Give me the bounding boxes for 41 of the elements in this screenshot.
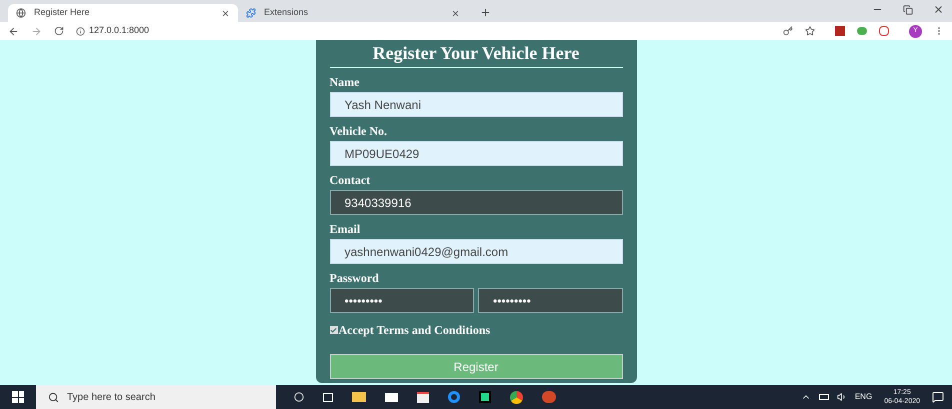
terms-label: Accept Terms and Conditions xyxy=(338,322,490,339)
volume-icon[interactable] xyxy=(836,392,847,402)
input-field[interactable]: ••••••••• xyxy=(330,288,474,313)
info-icon[interactable] xyxy=(76,26,85,36)
back-icon[interactable] xyxy=(8,26,19,36)
field-label: Contact xyxy=(330,173,372,187)
field-label: Vehicle No. xyxy=(330,124,388,138)
tab-title: Extensions xyxy=(264,6,310,20)
new-tab-icon[interactable] xyxy=(480,7,491,18)
cortana-icon[interactable] xyxy=(294,392,304,402)
close-icon[interactable] xyxy=(221,8,230,18)
input-field[interactable]: ••••••••• xyxy=(478,288,622,313)
reload-icon[interactable] xyxy=(54,26,64,36)
field-label: Password xyxy=(330,271,380,285)
input-field[interactable]: yashnenwani0429@gmail.com xyxy=(330,239,622,264)
star-icon[interactable] xyxy=(805,26,815,36)
windows-start-icon[interactable] xyxy=(12,391,24,403)
input-field[interactable]: Yash Nenwani xyxy=(330,92,622,117)
restore-icon[interactable] xyxy=(903,5,913,15)
terms-checkbox[interactable] xyxy=(330,326,338,334)
field-label: Name xyxy=(330,75,360,89)
close-icon[interactable] xyxy=(933,4,944,15)
key-icon[interactable] xyxy=(783,26,793,36)
search-placeholder: Type here to search xyxy=(67,390,156,404)
browser-tab[interactable]: Register Here xyxy=(8,4,238,22)
tab-title: Register Here xyxy=(34,6,91,20)
notification-icon[interactable] xyxy=(932,391,944,403)
input-field[interactable]: 9340339916 xyxy=(330,190,622,215)
oval-extension-icon[interactable] xyxy=(857,27,867,35)
browser-tab[interactable]: Extensions xyxy=(238,4,468,22)
search-icon xyxy=(48,392,59,402)
language-indicator[interactable]: ENG xyxy=(854,391,872,403)
field-label: Email xyxy=(330,222,362,236)
address-field[interactable]: 127.0.0.1:8000 xyxy=(89,24,150,38)
globe-icon xyxy=(16,8,26,18)
puzzle-icon xyxy=(246,8,256,18)
close-icon[interactable] xyxy=(451,8,460,18)
extension-icon[interactable] xyxy=(879,26,889,36)
taskbar-search-field[interactable]: Type here to search xyxy=(36,385,276,409)
input-field[interactable]: MP09UE0429 xyxy=(330,141,622,166)
form-title: Register Your Vehicle Here xyxy=(330,40,622,68)
